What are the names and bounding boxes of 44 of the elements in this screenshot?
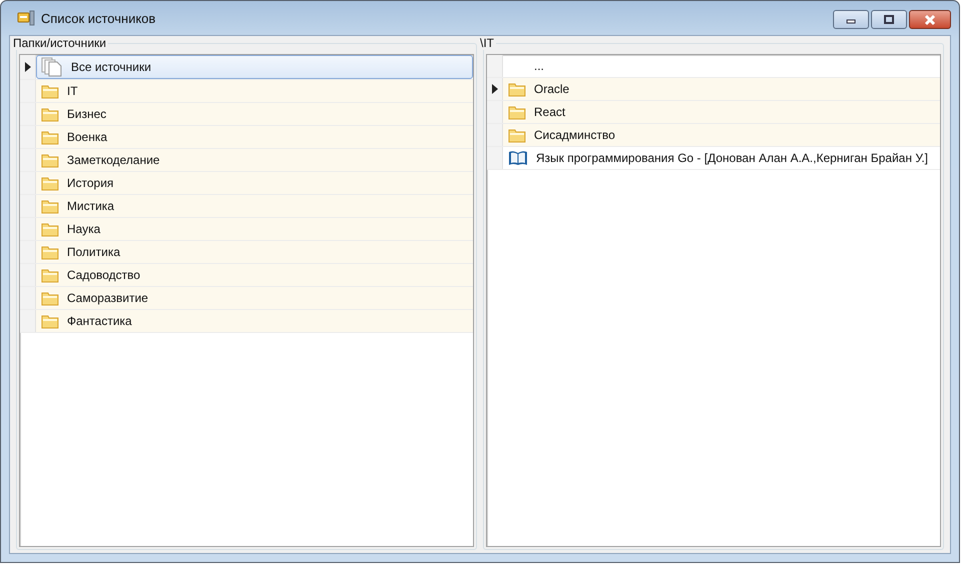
list-item[interactable]: Все источники: [36, 55, 473, 79]
list-item[interactable]: Язык программирования Go - [Донован Алан А.А.,Керниган Брайан У.]: [503, 147, 940, 169]
list-item[interactable]: Садоводство: [36, 264, 473, 286]
list-item[interactable]: История: [36, 172, 473, 194]
folder-icon: [41, 84, 59, 98]
list-item[interactable]: Саморазвитие: [36, 287, 473, 309]
folder-icon: [41, 290, 59, 306]
folder-icon: [508, 104, 526, 120]
folder-icon: [41, 222, 59, 236]
folder-icon: [41, 314, 59, 328]
list-item[interactable]: Политика: [36, 241, 473, 263]
list-item[interactable]: React: [503, 101, 940, 123]
maximize-button[interactable]: [871, 10, 907, 29]
list-item[interactable]: ...: [503, 55, 940, 77]
list-item[interactable]: Сисадминство: [503, 124, 940, 146]
folder-icon: [508, 82, 526, 96]
folder-icon: [41, 198, 59, 214]
documents-icon: [41, 57, 63, 77]
list-item[interactable]: Наука: [36, 218, 473, 240]
list-item[interactable]: Военка: [36, 126, 473, 148]
folder-icon: [41, 268, 59, 282]
list-item[interactable]: Бизнес: [36, 103, 473, 125]
minimize-button[interactable]: [833, 10, 869, 29]
list-item[interactable]: IT: [36, 80, 473, 102]
folder-icon: [41, 244, 59, 260]
app-icon: [17, 10, 35, 26]
folder-icon: [41, 176, 59, 190]
list-item[interactable]: Oracle: [503, 78, 940, 100]
current-row-icon: [24, 62, 30, 72]
folder-icon: [41, 152, 59, 168]
current-row-icon: [492, 84, 498, 94]
group-title: \IT: [479, 36, 495, 50]
maximize-icon: [883, 14, 895, 24]
list-item[interactable]: Заметкоделание: [36, 149, 473, 171]
folder-icon: [508, 128, 526, 142]
folder-icon: [41, 130, 59, 144]
folder-icon: [41, 106, 59, 122]
list-item[interactable]: Мистика: [36, 195, 473, 217]
book-icon: [508, 150, 528, 166]
group-title: Папки/источники: [12, 36, 108, 50]
close-icon: [923, 14, 937, 26]
window-title: Список источников: [41, 10, 156, 26]
list-item[interactable]: Фантастика: [36, 310, 473, 332]
close-button[interactable]: [909, 10, 951, 29]
